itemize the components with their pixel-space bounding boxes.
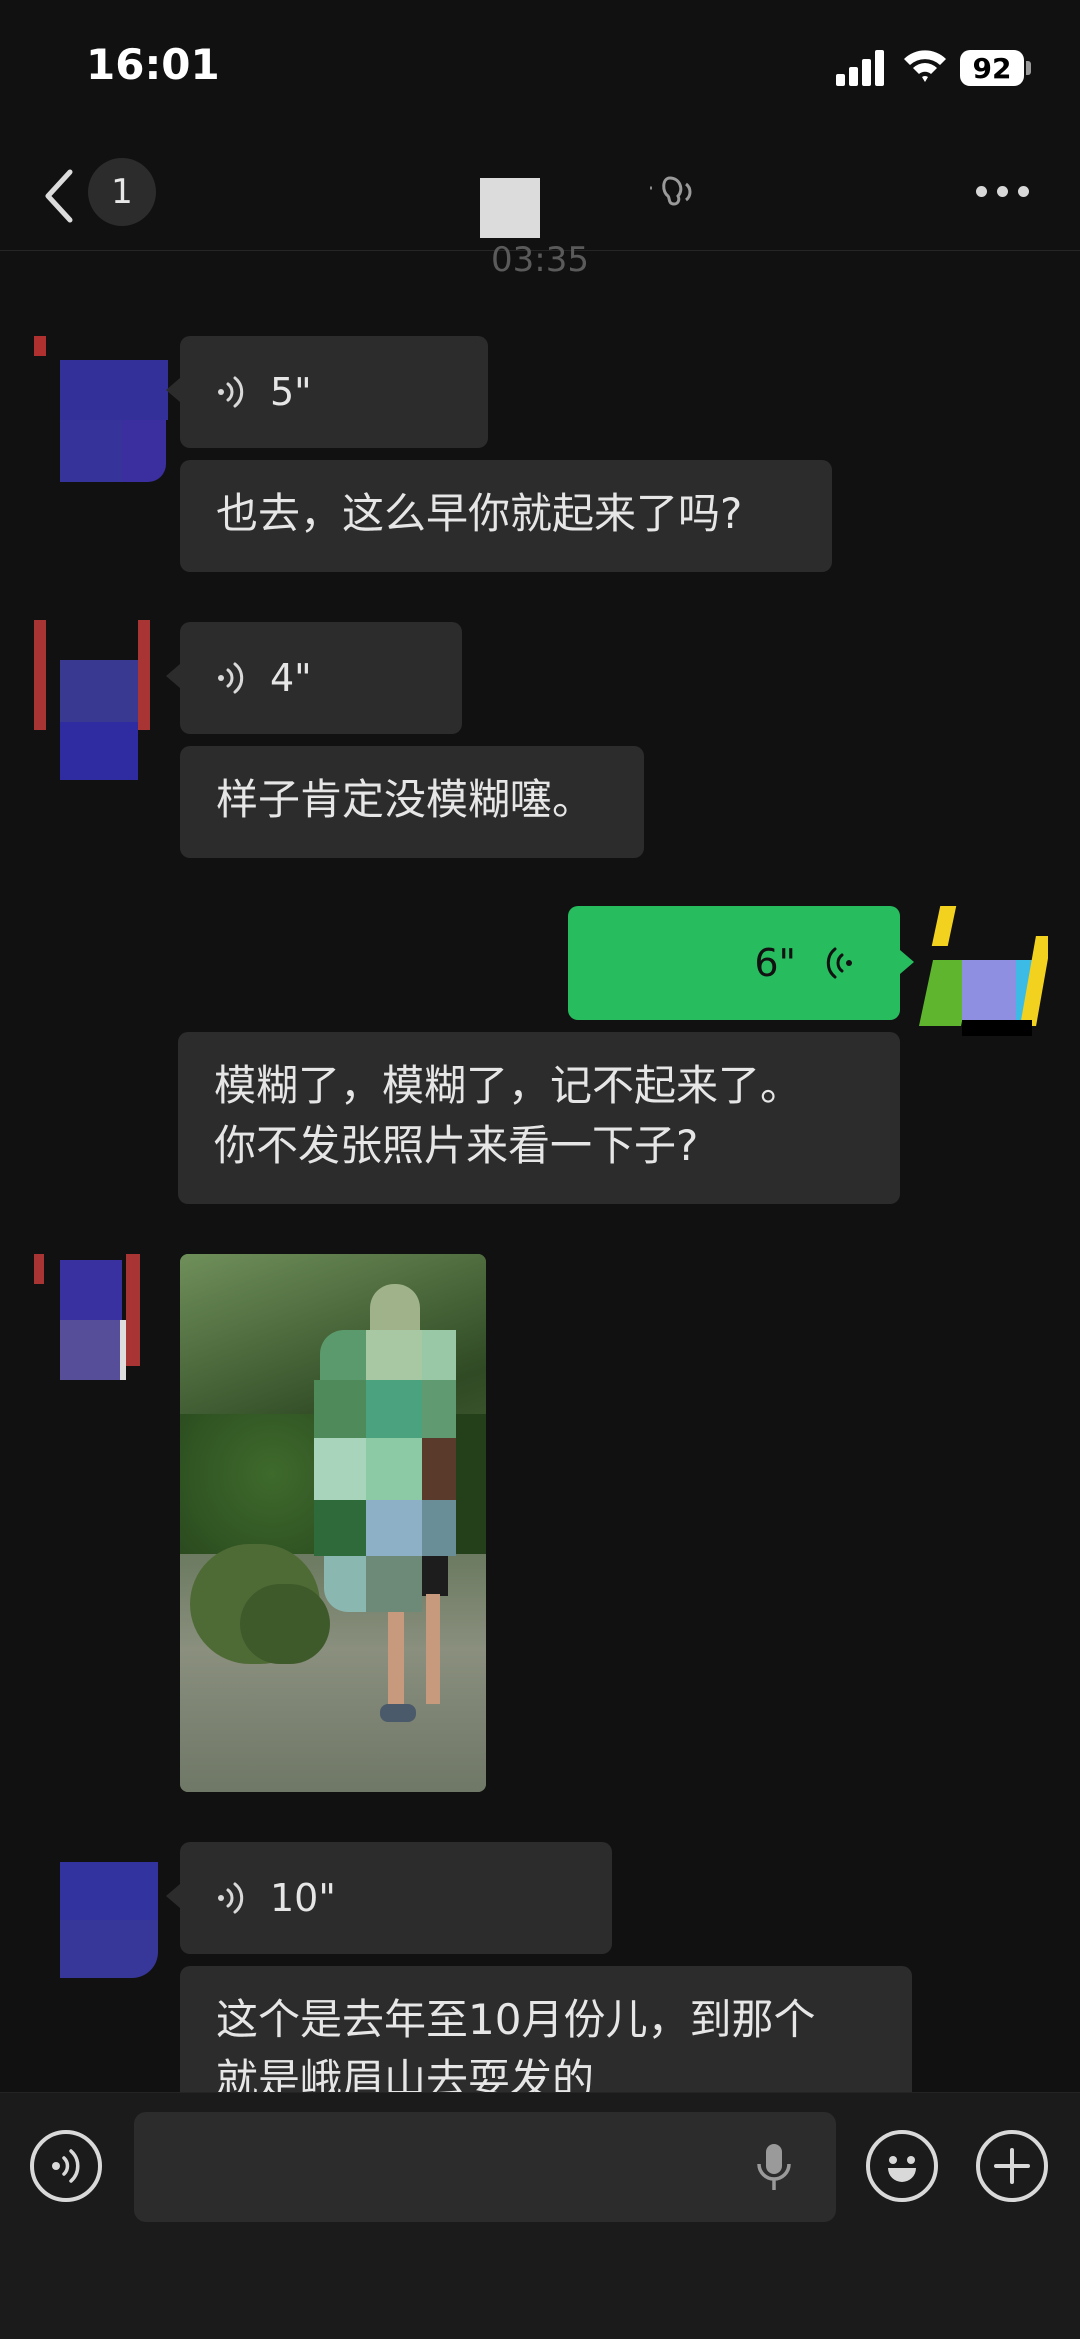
bubble-tail — [900, 950, 914, 974]
contact-name-redacted — [480, 178, 540, 238]
smiley-face-icon — [888, 2156, 916, 2182]
voice-duration: 6" — [754, 941, 796, 985]
text-message-bubble[interactable]: 也去，这么早你就起来了吗? — [180, 460, 832, 572]
voice-message-bubble[interactable]: 10" — [180, 1842, 612, 1954]
message-text: 样子肯定没模糊噻。 — [216, 775, 595, 824]
voice-wave-icon — [218, 662, 244, 694]
voice-input-icon[interactable] — [30, 2130, 102, 2202]
unread-badge[interactable]: 1 — [88, 158, 156, 226]
plus-glyph-icon — [994, 2148, 1030, 2184]
bubble-tail — [166, 1884, 180, 1908]
voice-duration: 4" — [270, 656, 312, 700]
text-message-bubble[interactable]: 样子肯定没模糊噻。 — [180, 746, 644, 858]
message-timestamp: 03:35 — [491, 240, 589, 280]
emoji-icon[interactable] — [866, 2130, 938, 2202]
avatar[interactable] — [916, 906, 1048, 1040]
voice-wave-icon — [218, 376, 244, 408]
voice-duration: 10" — [270, 1876, 336, 1920]
microphone-icon[interactable] — [754, 2142, 794, 2194]
message-text: 也去，这么早你就起来了吗? — [216, 489, 743, 538]
wifi-icon — [904, 50, 946, 82]
voice-message-bubble[interactable]: 4" — [180, 622, 462, 734]
status-time: 16:01 — [86, 40, 220, 89]
message-input[interactable] — [134, 2112, 836, 2222]
battery-level: 92 — [972, 51, 1012, 85]
voice-wave-icon — [826, 947, 852, 979]
avatar[interactable] — [34, 1254, 148, 1380]
ear-speaker-icon — [650, 176, 692, 206]
plus-icon[interactable] — [976, 2130, 1048, 2202]
bubble-tail — [166, 378, 180, 402]
message-text-line: 模糊了，模糊了，记不起来了。 — [214, 1061, 803, 1110]
bubble-tail — [166, 664, 180, 688]
text-message-bubble[interactable]: 模糊了，模糊了，记不起来了。 你不发张照片来看一下子? — [178, 1032, 900, 1204]
message-text-line: 这个是去年至10月份儿，到那个 — [216, 1995, 816, 2044]
ellipsis-icon[interactable] — [976, 186, 1030, 198]
photo-message[interactable] — [180, 1254, 486, 1792]
avatar[interactable] — [34, 620, 154, 782]
voice-duration: 5" — [270, 370, 312, 414]
avatar[interactable] — [34, 1858, 160, 1980]
voice-message-bubble[interactable]: 5" — [180, 336, 488, 448]
chevron-left-icon[interactable] — [40, 166, 80, 226]
voice-wave-icon — [52, 2149, 80, 2183]
battery-indicator: 92 — [960, 50, 1024, 86]
avatar[interactable] — [34, 336, 168, 482]
cellular-signal-icon — [836, 50, 884, 86]
sent-voice-message-bubble[interactable]: 6" — [568, 906, 900, 1020]
battery-tip — [1026, 61, 1031, 75]
message-text-line: 你不发张照片来看一下子? — [214, 1121, 699, 1170]
voice-wave-icon — [218, 1882, 244, 1914]
